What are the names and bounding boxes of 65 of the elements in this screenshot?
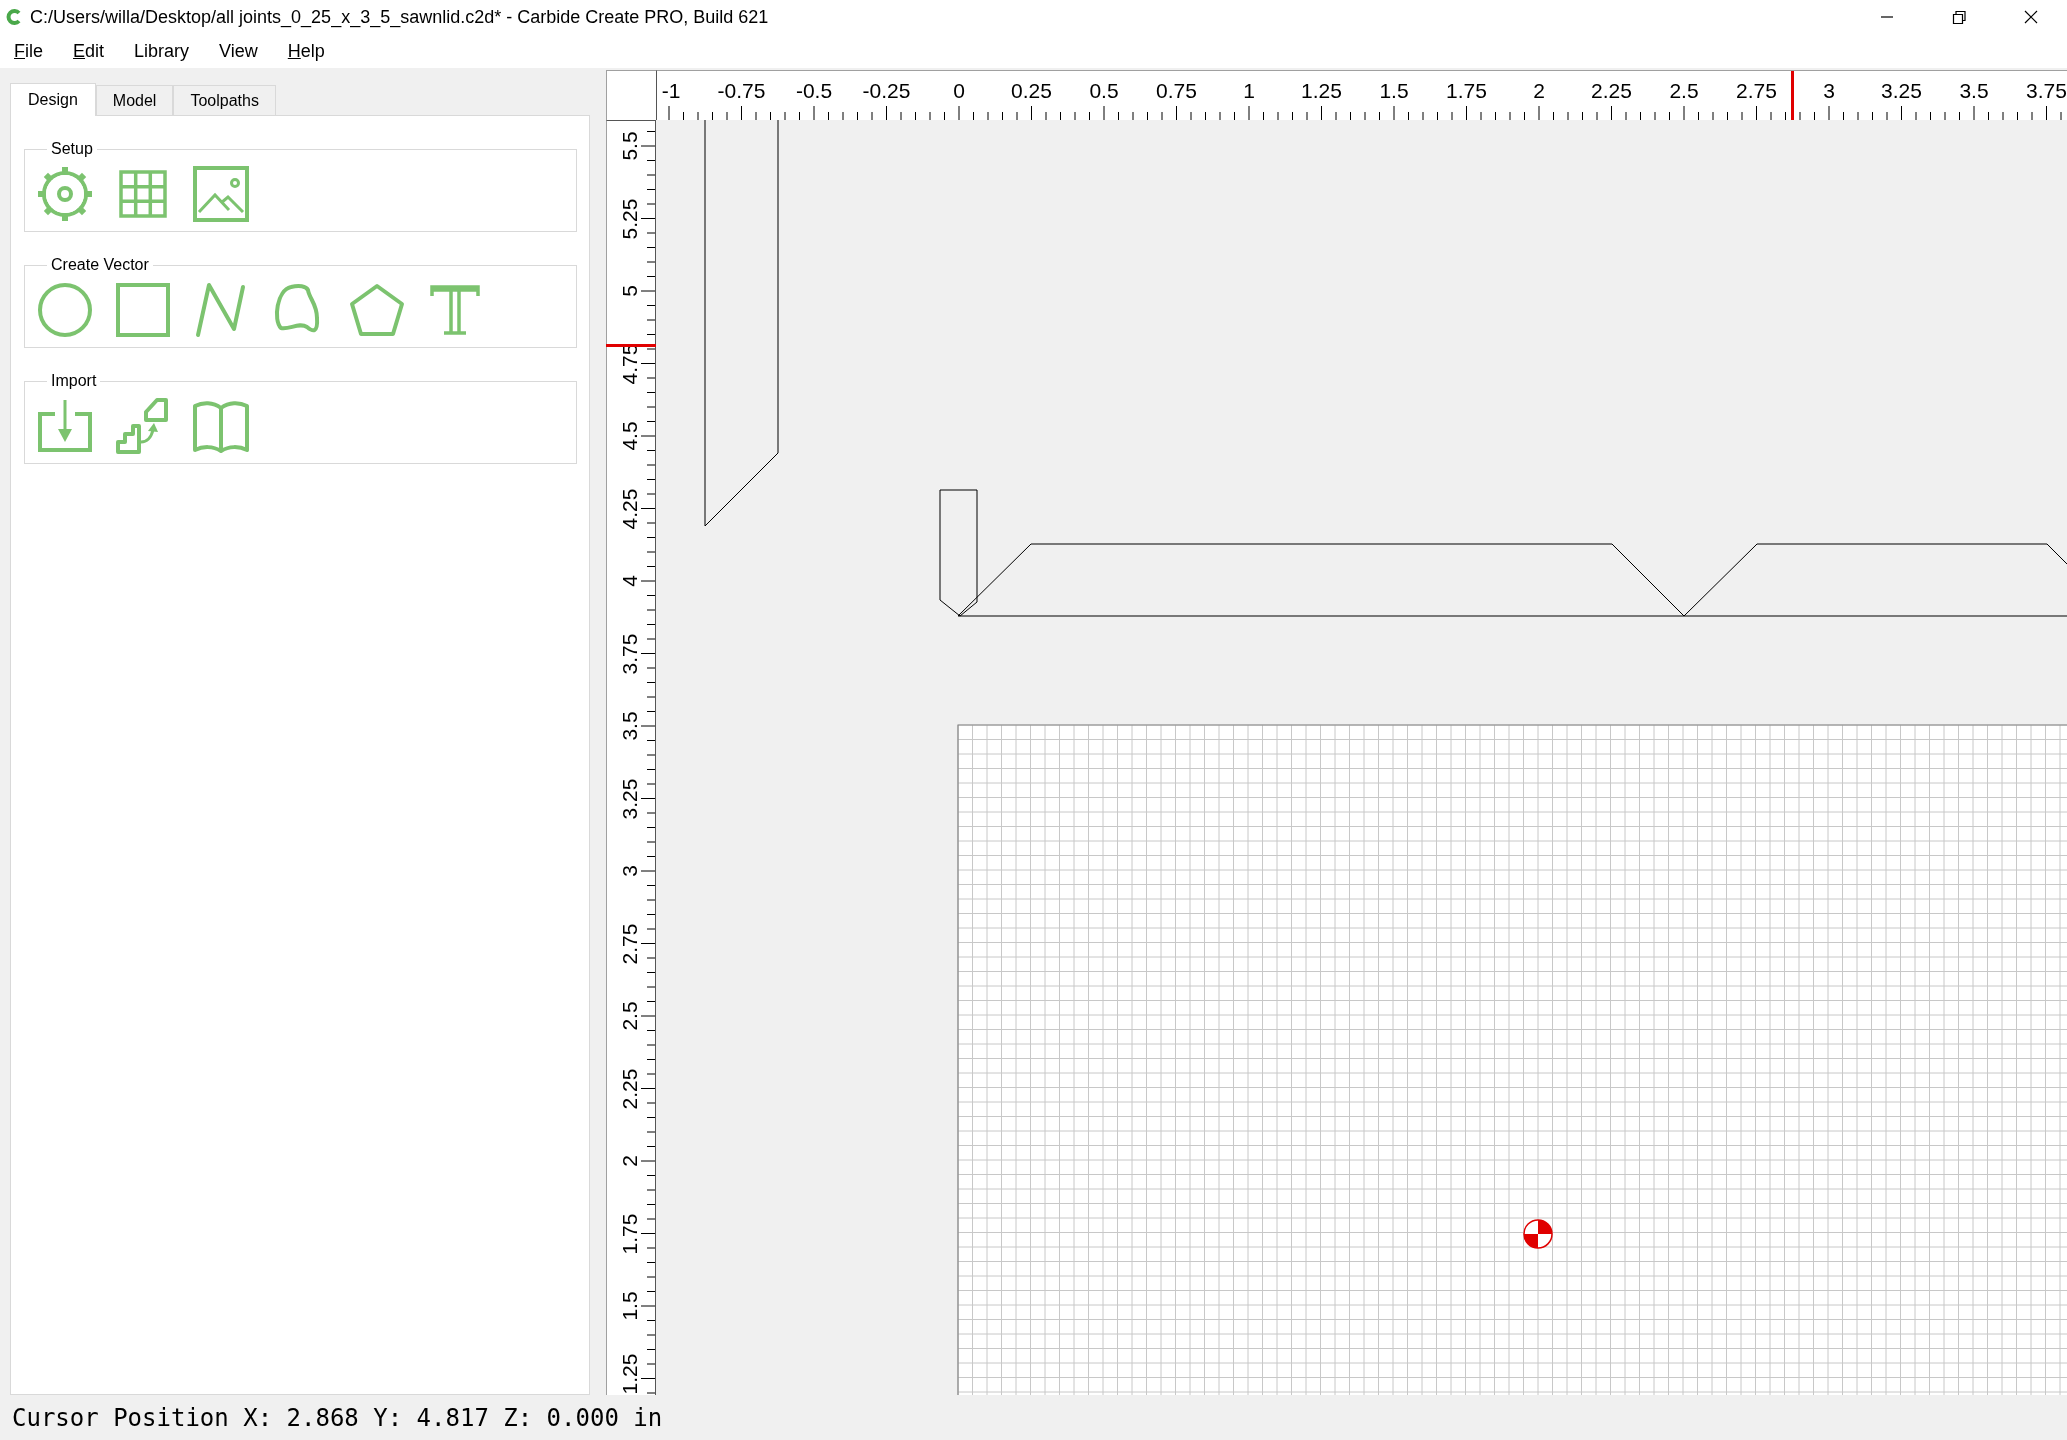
ruler-label: 0 xyxy=(953,79,965,103)
ruler-label: 2.75 xyxy=(618,923,642,964)
ruler-label: -0.25 xyxy=(862,79,911,103)
window-title: C:/Users/willa/Desktop/all joints_0_25_x_3_5_sawnlid.c2d* - Carbide Create PRO, Build 621 xyxy=(30,6,770,28)
ruler-label: 1.25 xyxy=(618,1353,642,1395)
ruler-label: 3.5 xyxy=(1959,79,1989,103)
tool-button[interactable] xyxy=(113,280,173,340)
ruler-label: 4.25 xyxy=(618,488,642,529)
close-icon xyxy=(2024,10,2038,24)
ruler-label: 0.25 xyxy=(1011,79,1052,103)
ruler-label: 3.75 xyxy=(618,633,642,674)
menu-item[interactable]: Help xyxy=(279,36,333,66)
minimize-icon xyxy=(1880,16,1894,18)
ruler-label: 2.5 xyxy=(618,1001,642,1031)
ruler-label: 1.25 xyxy=(1301,79,1342,103)
ruler-label: 5 xyxy=(618,285,642,297)
ruler-label: 4.5 xyxy=(618,421,642,451)
ruler-label: -0.75 xyxy=(717,79,766,103)
ruler-label: 1.75 xyxy=(618,1213,642,1254)
tool-button[interactable] xyxy=(35,164,95,224)
vector-outline[interactable] xyxy=(939,489,978,617)
ruler-label: 3 xyxy=(618,865,642,877)
ruler-label: 4 xyxy=(618,575,642,587)
menu-item[interactable]: File xyxy=(6,36,51,66)
ruler-label: 0.75 xyxy=(1156,79,1197,103)
ruler-label: 2 xyxy=(618,1155,642,1167)
app-logo-icon xyxy=(6,9,22,25)
ruler-label: 3 xyxy=(1823,79,1835,103)
tab[interactable]: Toolpaths xyxy=(173,85,276,115)
group-title: Setup xyxy=(50,140,94,158)
ruler-label: 1 xyxy=(1243,79,1255,103)
ruler-label: 2.25 xyxy=(1591,79,1632,103)
vector-outline[interactable] xyxy=(957,543,2067,617)
circle-icon xyxy=(35,280,95,340)
ruler-label: 0.5 xyxy=(1089,79,1119,103)
menu-item[interactable]: Edit xyxy=(65,36,113,66)
restore-icon xyxy=(1952,10,1966,24)
cursor-position: Cursor Position X: 2.868 Y: 4.817 Z: 0.000 in xyxy=(12,1403,663,1432)
ruler-label: 3.25 xyxy=(618,778,642,819)
image-icon xyxy=(191,164,251,224)
tool-button[interactable] xyxy=(191,164,251,224)
ruler-label: 2.5 xyxy=(1669,79,1699,103)
rectangle-icon xyxy=(113,280,173,340)
ruler-label: -0.5 xyxy=(795,79,833,103)
ruler-label: 2 xyxy=(1533,79,1545,103)
ruler-label: 5.25 xyxy=(618,198,642,239)
ruler-label: 1.5 xyxy=(1379,79,1409,103)
gear-icon xyxy=(35,164,95,224)
ruler-label: 2.25 xyxy=(618,1068,642,1109)
group-title: Create Vector xyxy=(50,256,150,274)
ruler-label: 1.5 xyxy=(618,1291,642,1321)
menu-item[interactable]: Library xyxy=(126,36,198,66)
ruler-label: -1 xyxy=(661,79,681,103)
menu-item[interactable]: View xyxy=(211,36,266,66)
ruler-label: 3.75 xyxy=(2026,79,2067,103)
tool-button[interactable] xyxy=(35,280,95,340)
ruler-label: 3.25 xyxy=(1881,79,1922,103)
ruler-label: 1.75 xyxy=(1446,79,1487,103)
ruler-label: 2.75 xyxy=(1736,79,1777,103)
group-title: Import xyxy=(50,372,98,390)
origin-marker-icon xyxy=(1523,1219,1553,1249)
tab[interactable]: Model xyxy=(95,85,174,115)
ruler-label: 5.5 xyxy=(618,131,642,161)
ruler-label: 3.5 xyxy=(618,711,642,741)
tab[interactable]: Design xyxy=(10,83,96,116)
